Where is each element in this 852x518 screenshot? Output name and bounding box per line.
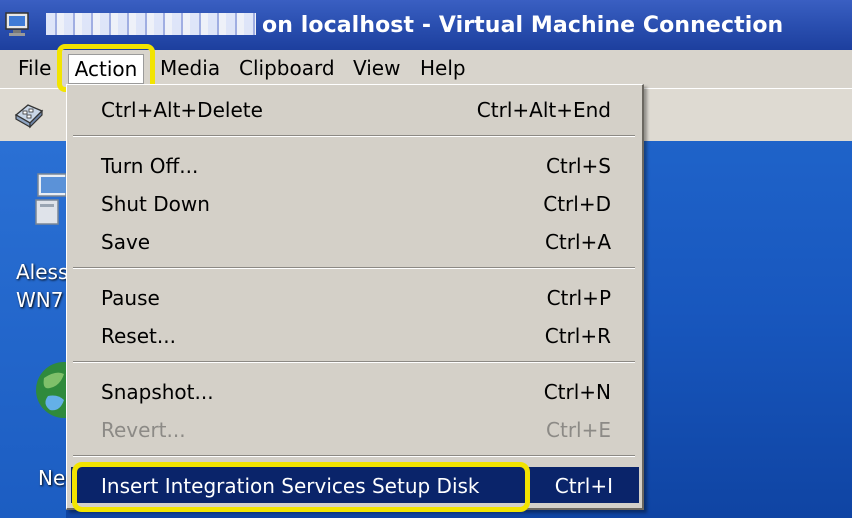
menu-separator — [73, 135, 635, 137]
menu-item-label: Pause — [101, 286, 160, 310]
menu-media[interactable]: Media — [160, 56, 220, 80]
menu-item-turn-off[interactable]: Turn Off... Ctrl+S — [67, 147, 641, 183]
menu-file[interactable]: File — [18, 56, 51, 80]
menu-item-label: Revert... — [101, 418, 186, 442]
menu-item-label: Insert Integration Services Setup Disk — [101, 474, 480, 498]
vm-connection-icon — [5, 12, 29, 36]
menu-item-snapshot[interactable]: Snapshot... Ctrl+N — [67, 373, 641, 409]
menu-item-label: Save — [101, 230, 151, 254]
menu-item-reset[interactable]: Reset... Ctrl+R — [67, 317, 641, 353]
menu-item-shortcut: Ctrl+A — [544, 230, 611, 254]
desktop-icon-label-line2: WN7 — [16, 288, 64, 312]
desktop-icon-label-line1: Aless — [16, 260, 69, 284]
menu-item-save[interactable]: Save Ctrl+A — [67, 223, 641, 259]
menu-separator — [73, 455, 635, 457]
title-bar: on localhost - Virtual Machine Connectio… — [0, 0, 852, 50]
redacted-vm-name — [46, 13, 256, 35]
window-title: on localhost - Virtual Machine Connectio… — [46, 13, 783, 38]
menu-item-revert: Revert... Ctrl+E — [67, 411, 641, 447]
menu-help[interactable]: Help — [420, 56, 466, 80]
computer-icon[interactable] — [32, 170, 66, 230]
menu-item-label: Snapshot... — [101, 380, 214, 404]
menu-view[interactable]: View — [353, 56, 400, 80]
menu-item-shut-down[interactable]: Shut Down Ctrl+D — [67, 185, 641, 221]
menu-item-shortcut: Ctrl+I — [554, 474, 613, 498]
menu-action[interactable]: Action — [68, 54, 144, 84]
desktop-icon-label-network: Ne — [38, 466, 66, 490]
menu-item-shortcut: Ctrl+D — [543, 192, 611, 216]
menu-clipboard[interactable]: Clipboard — [239, 56, 335, 80]
menu-item-ctrl-alt-delete[interactable]: Ctrl+Alt+Delete Ctrl+Alt+End — [67, 91, 641, 127]
menu-item-shortcut: Ctrl+P — [546, 286, 611, 310]
menu-item-insert-integration-services[interactable]: Insert Integration Services Setup Disk C… — [71, 467, 639, 503]
ctrl-alt-del-toolbar-icon[interactable] — [12, 99, 48, 131]
menu-item-label: Reset... — [101, 324, 176, 348]
menu-item-label: Ctrl+Alt+Delete — [101, 98, 263, 122]
menu-item-shortcut: Ctrl+Alt+End — [476, 98, 611, 122]
action-dropdown-menu: Ctrl+Alt+Delete Ctrl+Alt+End Turn Off...… — [66, 84, 644, 510]
menu-separator — [73, 267, 635, 269]
menu-item-pause[interactable]: Pause Ctrl+P — [67, 279, 641, 315]
menu-item-label: Turn Off... — [101, 154, 199, 178]
network-globe-icon[interactable] — [34, 360, 68, 430]
window-title-text: on localhost - Virtual Machine Connectio… — [262, 13, 784, 38]
menu-item-shortcut: Ctrl+S — [545, 154, 611, 178]
menu-item-shortcut: Ctrl+N — [543, 380, 611, 404]
menu-separator — [73, 361, 635, 363]
menu-item-shortcut: Ctrl+E — [546, 418, 611, 442]
menu-item-shortcut: Ctrl+R — [544, 324, 611, 348]
menu-item-label: Shut Down — [101, 192, 210, 216]
